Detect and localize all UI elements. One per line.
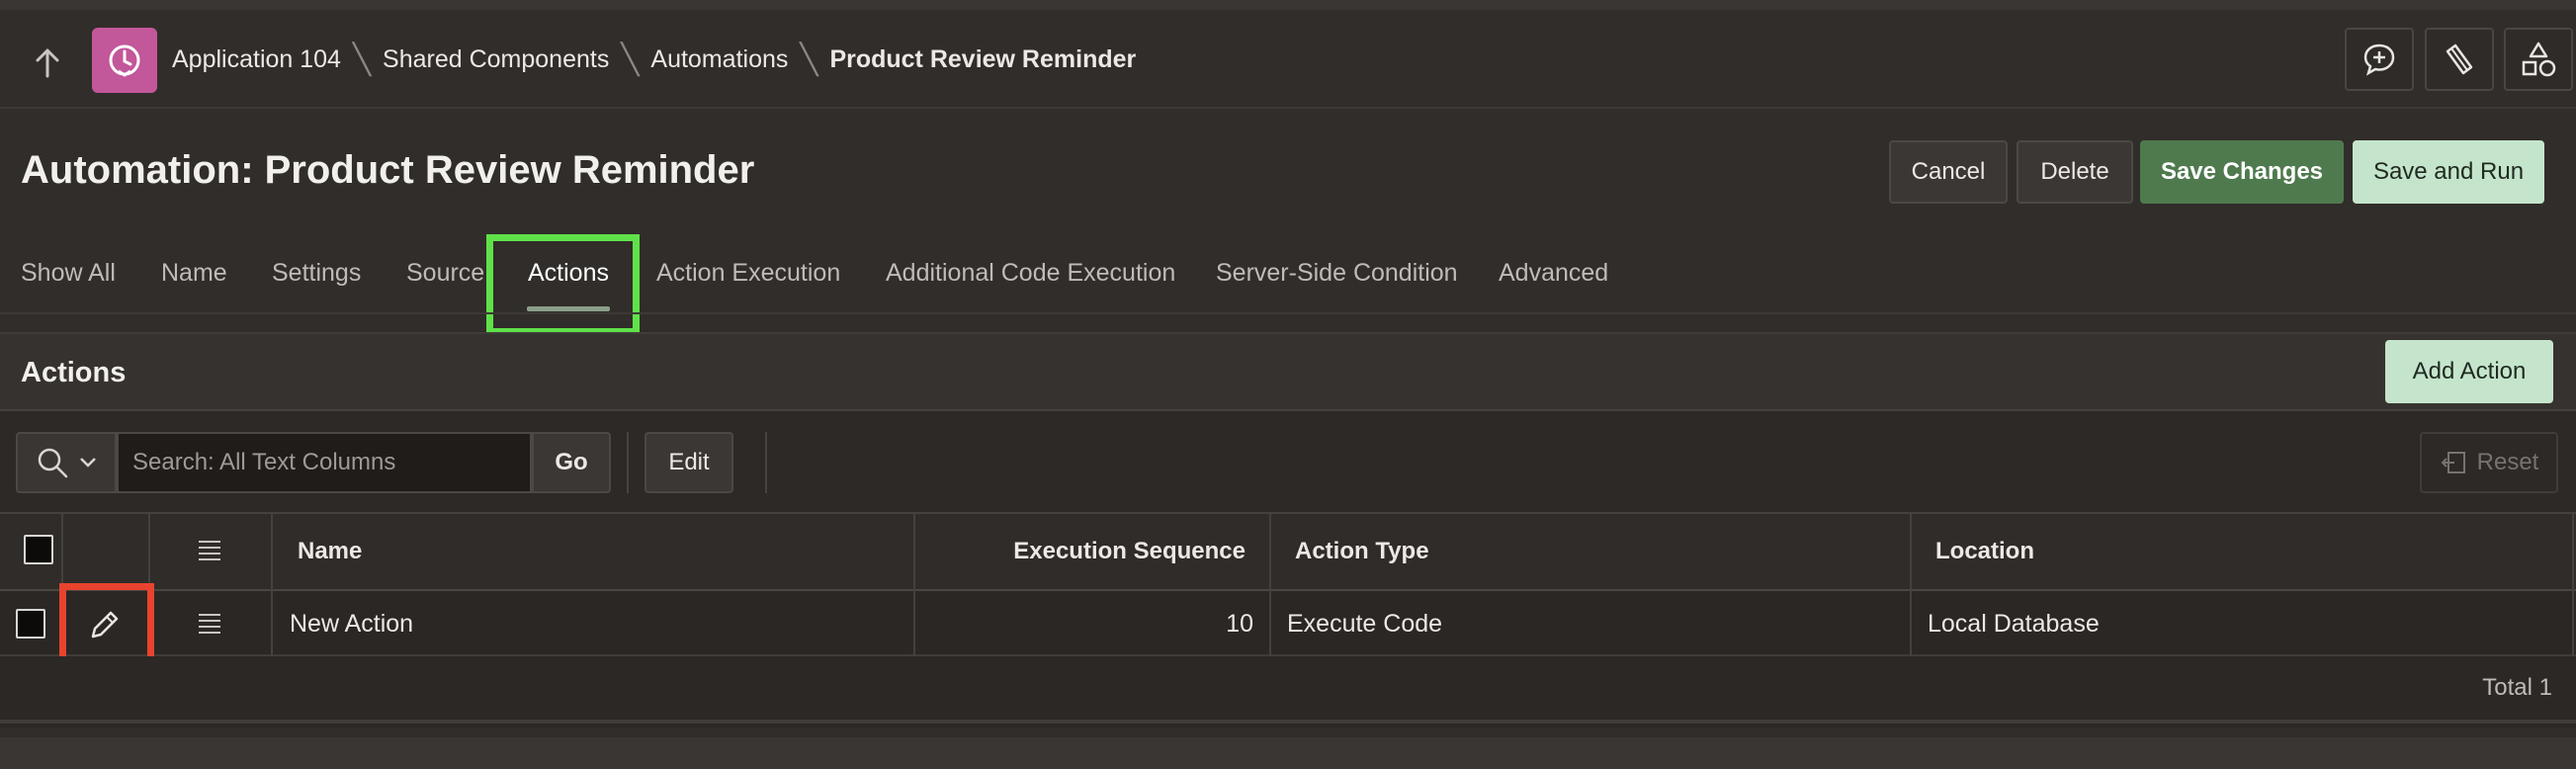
tab-action-execution[interactable]: Action Execution <box>656 259 840 288</box>
reset-icon <box>2441 452 2465 473</box>
breadcrumb-shared-components[interactable]: Shared Components <box>383 45 609 74</box>
grid-footer <box>0 656 2576 722</box>
column-header-execution-sequence[interactable]: Execution Sequence <box>1013 538 1245 565</box>
app-header: Application 104 ╲ Shared Components ╲ Au… <box>0 10 2576 109</box>
tab-show-all[interactable]: Show All <box>21 259 116 288</box>
column-divider <box>913 512 915 656</box>
cell-action-type: Execute Code <box>1287 610 1443 638</box>
toolbar-separator <box>765 432 767 493</box>
total-count: Total 1 <box>2482 674 2552 701</box>
divider <box>0 312 2576 314</box>
reset-button[interactable]: Reset <box>2420 432 2558 493</box>
shapes-icon[interactable] <box>2504 28 2573 91</box>
add-action-button[interactable]: Add Action <box>2385 340 2553 403</box>
column-divider <box>1910 512 1912 656</box>
breadcrumb: Application 104 ╲ Shared Components ╲ Au… <box>172 40 1136 79</box>
edit-button[interactable]: Edit <box>644 432 733 493</box>
search-input[interactable] <box>117 432 532 493</box>
go-button[interactable]: Go <box>532 432 611 493</box>
breadcrumb-automations[interactable]: Automations <box>650 45 788 74</box>
actions-region-title: Actions <box>21 357 127 388</box>
cell-execution-sequence: 10 <box>1226 610 1253 638</box>
breadcrumb-separator: ╲ <box>352 43 372 76</box>
tab-settings[interactable]: Settings <box>272 259 361 288</box>
tab-additional-code-execution[interactable]: Additional Code Execution <box>886 259 1175 288</box>
reset-label: Reset <box>2476 449 2539 475</box>
broom-icon[interactable] <box>2425 28 2494 91</box>
tab-server-side-condition[interactable]: Server-Side Condition <box>1216 259 1458 288</box>
cell-name: New Action <box>290 610 414 638</box>
cell-location: Local Database <box>1928 610 2100 638</box>
row-actions-menu-icon[interactable] <box>197 611 222 637</box>
chevron-down-icon <box>80 458 96 468</box>
arrow-up-icon[interactable] <box>28 43 67 83</box>
bottom-strip <box>0 737 2576 769</box>
breadcrumb-separator: ╲ <box>800 43 818 76</box>
column-header-action-type[interactable]: Action Type <box>1295 538 1429 565</box>
row-checkbox[interactable] <box>16 609 45 639</box>
column-divider <box>271 512 273 656</box>
column-header-name[interactable]: Name <box>298 538 362 565</box>
tab-highlight-box <box>486 234 640 335</box>
save-changes-button[interactable]: Save Changes <box>2140 140 2344 204</box>
delete-button[interactable]: Delete <box>2017 140 2133 204</box>
column-header-location[interactable]: Location <box>1935 538 2034 565</box>
select-all-checkbox[interactable] <box>24 535 53 564</box>
tab-advanced[interactable]: Advanced <box>1499 259 1608 288</box>
top-strip <box>0 0 2576 10</box>
edit-highlight-box <box>59 583 154 664</box>
actions-region-header <box>0 332 2576 411</box>
tab-source[interactable]: Source <box>406 259 484 288</box>
breadcrumb-separator: ╲ <box>621 43 640 76</box>
tab-name[interactable]: Name <box>161 259 227 288</box>
divider <box>0 720 2576 724</box>
save-and-run-button[interactable]: Save and Run <box>2353 140 2544 204</box>
search-column-menu[interactable] <box>16 432 117 493</box>
toolbar-separator <box>627 432 629 493</box>
cancel-button[interactable]: Cancel <box>1889 140 2008 204</box>
chat-plus-icon[interactable] <box>2345 28 2414 91</box>
grid-header-row <box>0 512 2576 591</box>
breadcrumb-application[interactable]: Application 104 <box>172 45 341 74</box>
automation-clock-icon[interactable] <box>92 28 157 93</box>
breadcrumb-current: Product Review Reminder <box>829 44 1137 73</box>
page-title: Automation: Product Review Reminder <box>21 148 755 192</box>
column-divider <box>2572 512 2574 656</box>
search-icon <box>38 448 68 478</box>
column-divider <box>1269 512 1271 656</box>
tab-bar: Show All Name Settings Source Actions Ac… <box>0 247 2576 306</box>
row-actions-header-icon <box>199 541 220 560</box>
